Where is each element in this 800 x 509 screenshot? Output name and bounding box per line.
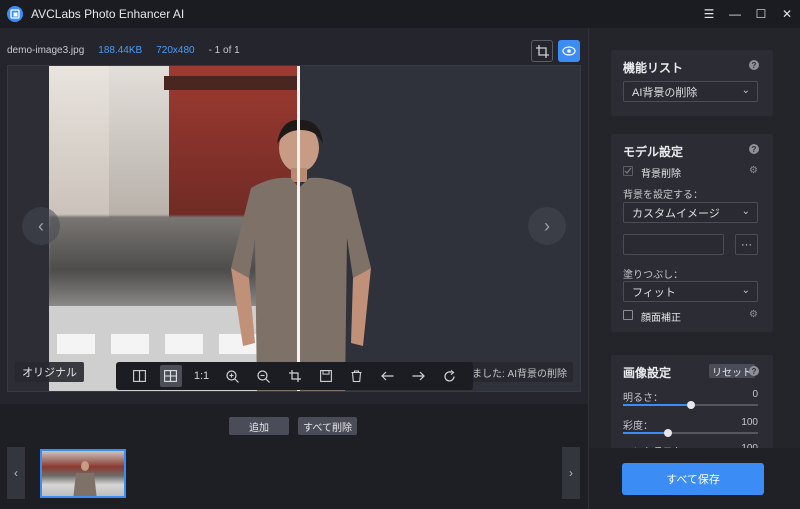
chevron-left-icon: ‹ <box>38 215 44 236</box>
file-size: 188.44KB <box>98 44 143 56</box>
feature-select[interactable]: AI背景の削除 ⌄ <box>623 81 758 102</box>
fill-select[interactable]: フィット ⌄ <box>623 281 758 302</box>
compare-divider[interactable] <box>297 66 300 391</box>
help-icon[interactable]: ? <box>749 60 759 70</box>
chevron-down-icon: ⌄ <box>741 206 750 217</box>
settings-panel: 機能リスト ? AI背景の削除 ⌄ モデル設定 ? 背景削除 ⚙ 背景を設定する… <box>588 28 800 509</box>
image-settings-title: 画像設定 <box>623 366 672 380</box>
save-icon <box>319 370 332 382</box>
close-button[interactable]: ✕ <box>774 0 800 28</box>
thumbnail-item[interactable] <box>40 449 126 498</box>
slider-value: 0 <box>752 389 758 400</box>
minimize-button[interactable]: — <box>722 0 748 28</box>
next-image-button[interactable]: › <box>528 207 566 245</box>
gear-icon[interactable]: ⚙ <box>749 166 759 176</box>
image-settings-card: 画像設定 リセット ? 明るさ： 0 彩度： 100 コントラスト： 100 <box>611 355 773 455</box>
rotate-icon <box>444 369 455 382</box>
crop-icon <box>535 44 549 58</box>
features-title: 機能リスト <box>623 61 684 75</box>
slider-handle[interactable] <box>687 401 695 409</box>
thumbs-prev-button[interactable]: ‹ <box>7 447 25 499</box>
title-bar: AVCLabs Photo Enhancer AI ☰ — ☐ ✕ <box>0 0 800 28</box>
feature-select-value: AI背景の削除 <box>632 86 698 99</box>
image-toolbar: 1:1 <box>116 362 473 390</box>
app-logo-icon <box>7 6 23 22</box>
thumbnail-person <box>73 461 97 496</box>
compare-grid-icon <box>164 370 177 382</box>
window-controls: ☰ — ☐ ✕ <box>696 0 800 28</box>
face-correction-checkbox[interactable] <box>623 310 633 320</box>
compare-grid-button[interactable] <box>159 365 182 387</box>
crop-button[interactable] <box>284 365 306 387</box>
file-info-bar: demo-image3.jpg 188.44KB 720x480 - 1 of … <box>0 36 588 64</box>
delete-all-button[interactable]: すべて削除 <box>298 417 357 435</box>
split-view-icon <box>133 370 146 382</box>
chevron-down-icon: ⌄ <box>741 285 750 296</box>
save-all-button[interactable]: すべて保存 <box>622 463 764 495</box>
image-count: - 1 of 1 <box>208 44 240 56</box>
zoom-out-button[interactable] <box>253 365 275 387</box>
original-label: オリジナル <box>15 362 84 382</box>
more-icon: ··· <box>741 238 752 251</box>
add-button[interactable]: 追加 <box>229 417 289 435</box>
app-title: AVCLabs Photo Enhancer AI <box>31 7 185 21</box>
thumbnail-strip: 追加 すべて削除 ‹ › <box>0 404 588 509</box>
crop-toggle-button[interactable] <box>531 40 553 62</box>
crop-icon <box>288 370 301 382</box>
slider-label: 明るさ： <box>623 393 663 404</box>
delete-icon <box>351 370 362 382</box>
gear-icon[interactable]: ⚙ <box>749 310 759 320</box>
features-card: 機能リスト ? AI背景の削除 ⌄ <box>611 50 773 116</box>
split-view-button[interactable] <box>129 365 151 387</box>
image-dimensions: 720x480 <box>156 44 195 56</box>
thumbs-next-button[interactable]: › <box>562 447 580 499</box>
person-subject <box>231 119 371 391</box>
background-path-input[interactable] <box>623 234 724 255</box>
delete-button[interactable] <box>346 365 368 387</box>
background-select[interactable]: カスタムイメージ ⌄ <box>623 202 758 223</box>
model-settings-card: モデル設定 ? 背景削除 ⚙ 背景を設定する： カスタムイメージ ⌄ ··· 塗… <box>611 134 773 332</box>
fill-select-value: フィット <box>632 286 676 299</box>
rotate-button[interactable] <box>439 365 461 387</box>
chevron-left-icon: ‹ <box>14 466 18 480</box>
menu-icon[interactable]: ☰ <box>696 0 722 28</box>
image-viewer[interactable]: ‹ › オリジナル 処理されました: AI背景の削除 1:1 <box>7 65 581 392</box>
face-correction-label: 顔面補正 <box>641 313 681 324</box>
zoom-in-button[interactable] <box>222 365 244 387</box>
zoom-out-icon <box>257 369 270 383</box>
file-name: demo-image3.jpg <box>7 44 85 56</box>
zoom-in-icon <box>226 369 239 383</box>
help-icon[interactable]: ? <box>749 366 759 376</box>
ratio-button[interactable]: 1:1 <box>191 365 213 387</box>
chevron-right-icon: › <box>544 215 550 236</box>
fill-label: 塗りつぶし： <box>623 270 684 281</box>
arrow-left-icon <box>381 371 394 381</box>
main-area: demo-image3.jpg 188.44KB 720x480 - 1 of … <box>0 28 588 509</box>
preview-toggle-button[interactable] <box>558 40 580 62</box>
help-icon[interactable]: ? <box>749 144 759 154</box>
chevron-down-icon: ⌄ <box>741 85 750 96</box>
check-icon <box>624 167 632 174</box>
bg-set-label: 背景を設定する： <box>623 190 703 201</box>
eye-icon <box>562 46 576 56</box>
slider-label: 彩度： <box>623 421 653 432</box>
bg-remove-label: 背景削除 <box>641 169 681 180</box>
maximize-button[interactable]: ☐ <box>748 0 774 28</box>
slider-value: 100 <box>741 417 758 428</box>
chevron-right-icon: › <box>569 466 573 480</box>
arrow-right-icon <box>412 371 425 381</box>
browse-button[interactable]: ··· <box>735 234 758 255</box>
saturation-slider[interactable]: 彩度： 100 <box>623 417 758 439</box>
model-settings-title: モデル設定 <box>623 145 684 159</box>
undo-button[interactable] <box>377 365 399 387</box>
save-button[interactable] <box>315 365 337 387</box>
bg-remove-checkbox[interactable] <box>623 166 633 176</box>
background-select-value: カスタムイメージ <box>632 207 720 220</box>
redo-button[interactable] <box>408 365 430 387</box>
save-footer: すべて保存 <box>589 448 800 509</box>
brightness-slider[interactable]: 明るさ： 0 <box>623 389 758 411</box>
slider-handle[interactable] <box>664 429 672 437</box>
prev-image-button[interactable]: ‹ <box>22 207 60 245</box>
